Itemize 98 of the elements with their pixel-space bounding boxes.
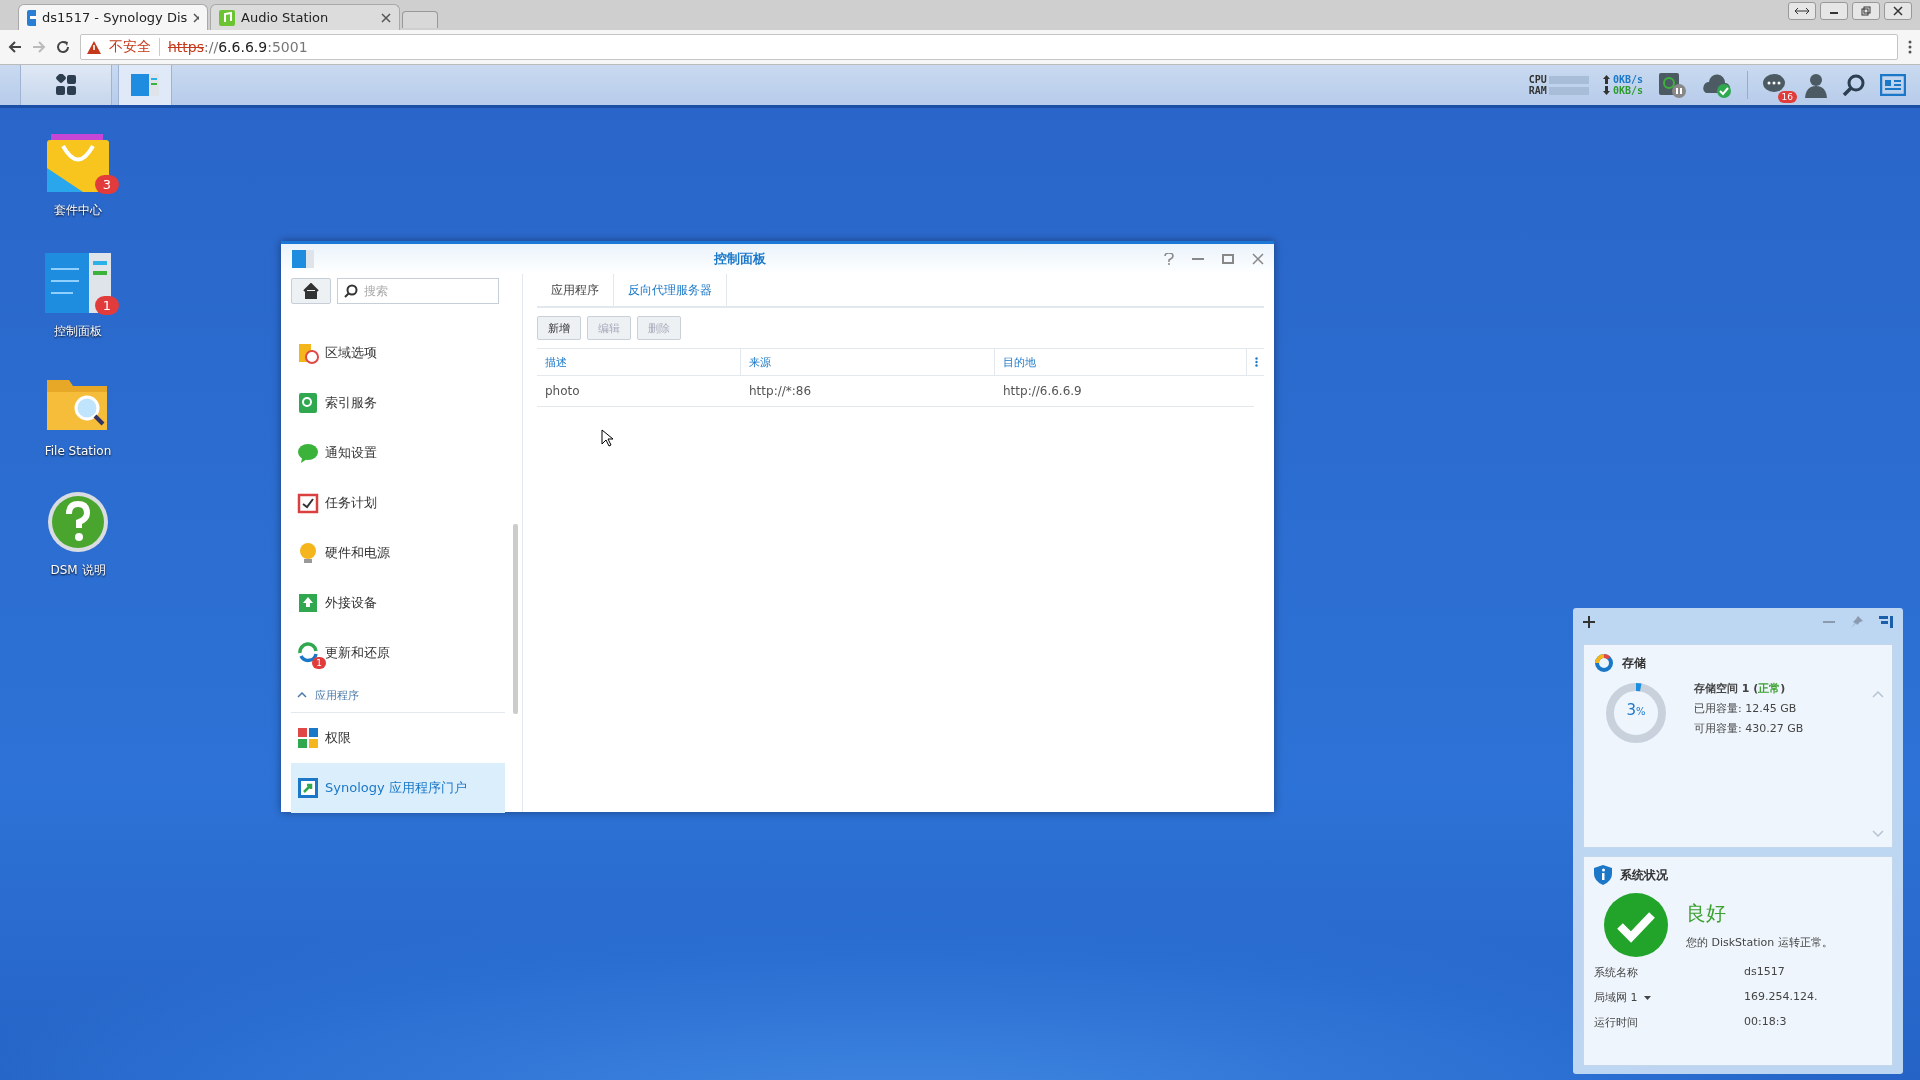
resize-button[interactable] (1788, 2, 1816, 20)
download-speed: 0KB/s (1612, 85, 1643, 96)
refresh-icon (297, 642, 319, 664)
cursor-icon (601, 429, 613, 447)
info-label: 系统名称 (1594, 965, 1639, 980)
dsm-logo-icon (27, 9, 37, 26)
user-icon[interactable] (1804, 72, 1828, 98)
column-header[interactable]: 描述 (537, 349, 741, 375)
sidebar-item[interactable]: 区域选项 (291, 328, 505, 378)
card-title: 系统状况 (1620, 866, 1668, 884)
desktop-icon-label[interactable]: DSM 说明 (50, 562, 106, 579)
address-bar[interactable]: 不安全 https://6.6.6.9:5001 (80, 34, 1898, 60)
maximize-icon[interactable] (1222, 254, 1234, 264)
usage-percent: 3% (1625, 701, 1647, 719)
toolbar-button[interactable]: 新增 (537, 316, 581, 340)
home-button[interactable] (291, 278, 331, 304)
table-cell-text: http://6.6.6.9 (1002, 383, 1083, 400)
tab[interactable]: 应用程序 (537, 274, 614, 306)
card-title: 存储 (1622, 654, 1646, 672)
search-document-icon (297, 392, 319, 414)
lightbulb-icon (297, 542, 319, 564)
upload-speed: 0KB/s (1612, 74, 1643, 85)
restore-icon (1861, 6, 1871, 16)
caret-icon[interactable] (1643, 995, 1651, 1000)
sidebar-item[interactable]: 通知设置 (291, 428, 505, 478)
minimize-button[interactable] (1820, 2, 1848, 20)
backup-paused-icon[interactable] (1657, 71, 1687, 99)
grid-squares-icon (297, 727, 319, 749)
id-card-icon[interactable] (1880, 74, 1906, 96)
home-icon (303, 283, 319, 299)
info-label[interactable]: 局域网 1 (1594, 990, 1744, 1005)
sidebar-item[interactable]: 硬件和电源 (291, 528, 505, 578)
reload-icon[interactable] (56, 40, 70, 54)
sidebar-item[interactable]: 外接设备 (291, 578, 505, 628)
info-shield-icon (1594, 865, 1612, 885)
security-warning: 不安全 (109, 38, 160, 56)
desktop-icon-label[interactable]: File Station (44, 444, 112, 458)
arrow-square-icon (297, 777, 319, 799)
calendar-check-icon (297, 492, 319, 514)
donut-chart-icon (1594, 653, 1614, 673)
scrollbar[interactable] (513, 524, 518, 714)
chevron-icon (297, 692, 307, 698)
table-cell-text: photo (544, 383, 581, 400)
info-value: 00:18:3 (1744, 1015, 1788, 1030)
restore-button[interactable] (1852, 2, 1880, 20)
control-panel-task-button[interactable] (118, 65, 172, 105)
free-capacity: 可用容量: 430.27 GB (1694, 721, 1804, 736)
usage-ring (1604, 681, 1668, 745)
menu-icon[interactable] (1908, 40, 1912, 54)
control-panel-icon (291, 249, 315, 269)
info-value: ds1517 (1744, 965, 1786, 980)
add-icon[interactable] (1583, 616, 1595, 628)
info-label: 运行时间 (1594, 1015, 1639, 1030)
double-arrow-icon (1794, 7, 1810, 15)
browser-tab[interactable]: ds1517 - Synology Dis (18, 4, 208, 30)
column-header[interactable]: 来源 (741, 349, 995, 375)
section-header[interactable]: 应用程序 (291, 678, 505, 713)
grid-icon (55, 74, 77, 96)
main-menu-button[interactable] (20, 65, 112, 105)
help-icon[interactable] (1164, 253, 1174, 265)
back-icon[interactable] (8, 40, 22, 54)
sidebar-item[interactable]: Synology 应用程序门户 (291, 763, 505, 813)
used-capacity: 已用容量: 12.45 GB (1694, 701, 1798, 716)
close-button[interactable] (1884, 2, 1912, 20)
table-cell-text: http://*:86 (748, 383, 813, 400)
url-text: https://6.6.6.9:5001 (168, 39, 308, 55)
search-field[interactable]: 搜索 (337, 278, 499, 304)
info-value: 169.254.124. (1744, 990, 1819, 1005)
up-arrow-icon (1602, 75, 1610, 84)
volume-status: 存储空间 1 (正常) (1694, 681, 1787, 696)
panel-toggle-icon[interactable] (1879, 616, 1893, 628)
resource-meter[interactable]: CPU RAM (1528, 74, 1589, 96)
tab[interactable]: 反向代理服务器 (614, 274, 727, 306)
upload-icon (297, 592, 319, 614)
column-menu-icon[interactable] (1255, 357, 1258, 367)
browser-tab[interactable]: Audio Station (210, 4, 400, 30)
down-arrow-icon (1602, 86, 1610, 95)
chat-bubble-icon (297, 442, 319, 464)
count-badge: 1 (312, 657, 326, 669)
column-header[interactable]: 目的地 (995, 349, 1247, 375)
warning-icon (87, 40, 101, 54)
desktop-icon-label[interactable]: 套件中心 (54, 202, 102, 219)
health-status: 良好 (1686, 900, 1727, 927)
map-clock-icon (297, 342, 319, 364)
sidebar-item[interactable]: 权限 (291, 713, 505, 763)
status-message: 您的 DiskStation 运转正常。 (1686, 935, 1833, 950)
sidebar-item[interactable]: 1 更新和还原 (291, 628, 505, 678)
checkmark-icon (1604, 893, 1668, 957)
notification-count: 16 (1777, 91, 1797, 103)
control-panel-icon (130, 73, 160, 97)
search-icon (344, 284, 358, 298)
cloud-check-icon[interactable] (1701, 71, 1733, 99)
music-note-icon (219, 9, 235, 26)
window-title: 控制面板 (712, 250, 767, 268)
search-icon[interactable] (1842, 73, 1866, 97)
desktop-icon-label[interactable]: 控制面板 (54, 323, 102, 340)
sidebar-item[interactable]: 任务计划 (291, 478, 505, 528)
sidebar-item[interactable]: 索引服务 (291, 378, 505, 428)
